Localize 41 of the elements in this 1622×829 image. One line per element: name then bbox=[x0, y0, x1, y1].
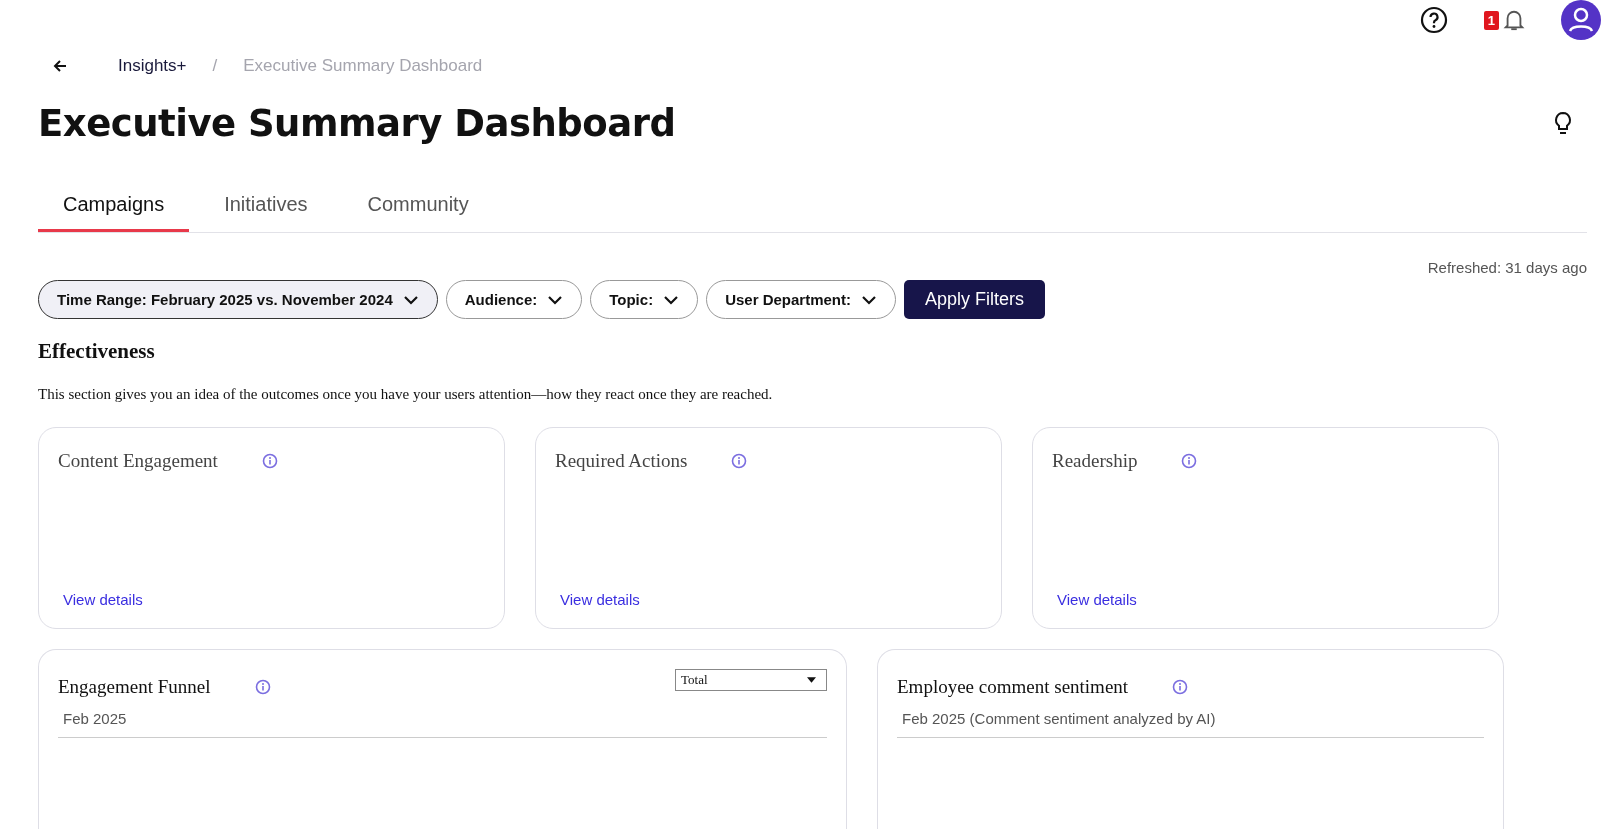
notification-badge: 1 bbox=[1483, 10, 1499, 30]
panel-title: Employee comment sentiment bbox=[897, 676, 1129, 698]
panel-subtitle: Feb 2025 bbox=[62, 710, 128, 727]
filter-dropdown[interactable]: Time Range: February 2025 vs. November 2024 bbox=[38, 280, 438, 319]
breadcrumb-item: Executive Summary Dashboard bbox=[243, 56, 483, 76]
refreshed-text: Refreshed: 31 days ago bbox=[1427, 259, 1587, 276]
section-description: This section gives you an idea of the outcomes once you have your users attention—how they react once they are reached. bbox=[38, 386, 774, 403]
help-icon[interactable] bbox=[1419, 6, 1448, 34]
info-icon[interactable] bbox=[731, 453, 748, 469]
card-title: Readership bbox=[1052, 450, 1138, 472]
view-details-link[interactable]: View details bbox=[58, 591, 485, 608]
panel-subtitle: Feb 2025 (Comment sentiment analyzed by AI) bbox=[901, 710, 1217, 727]
info-icon[interactable] bbox=[261, 453, 278, 469]
filter-dropdown[interactable]: Audience: bbox=[445, 280, 583, 319]
dropdown-triangle-icon bbox=[807, 677, 816, 683]
chevron-down-icon bbox=[547, 294, 564, 305]
info-icon[interactable] bbox=[1181, 453, 1198, 469]
filter-dropdown[interactable]: Topic: bbox=[590, 280, 699, 319]
chevron-down-icon bbox=[861, 294, 877, 305]
back-arrow-icon[interactable] bbox=[52, 58, 68, 74]
breadcrumb-item[interactable]: Insights+ bbox=[118, 56, 187, 76]
card-title: Content Engagement bbox=[58, 450, 218, 472]
chevron-down-icon bbox=[663, 294, 680, 305]
card-title: Required Actions bbox=[555, 450, 688, 472]
view-details-link[interactable]: View details bbox=[1052, 591, 1479, 608]
avatar-icon[interactable] bbox=[1561, 0, 1601, 40]
view-details-link[interactable]: View details bbox=[555, 591, 982, 608]
total-select[interactable]: Total bbox=[675, 669, 827, 691]
tab[interactable]: Campaigns bbox=[38, 185, 190, 232]
info-icon[interactable] bbox=[254, 679, 271, 695]
lightbulb-icon[interactable] bbox=[1553, 110, 1573, 137]
info-icon[interactable] bbox=[1172, 679, 1189, 695]
page-title: Executive Summary Dashboard bbox=[38, 102, 676, 145]
filter-dropdown[interactable]: User Department: bbox=[706, 280, 896, 319]
chevron-down-icon bbox=[402, 294, 419, 305]
section-heading: Effectiveness bbox=[38, 339, 156, 364]
breadcrumb-separator: / bbox=[212, 56, 218, 76]
apply-filters-button[interactable]: Apply Filters bbox=[904, 280, 1046, 319]
tab[interactable]: Community bbox=[342, 185, 494, 232]
panel-title: Engagement Funnel bbox=[58, 676, 211, 698]
tab[interactable]: Initiatives bbox=[199, 185, 333, 232]
